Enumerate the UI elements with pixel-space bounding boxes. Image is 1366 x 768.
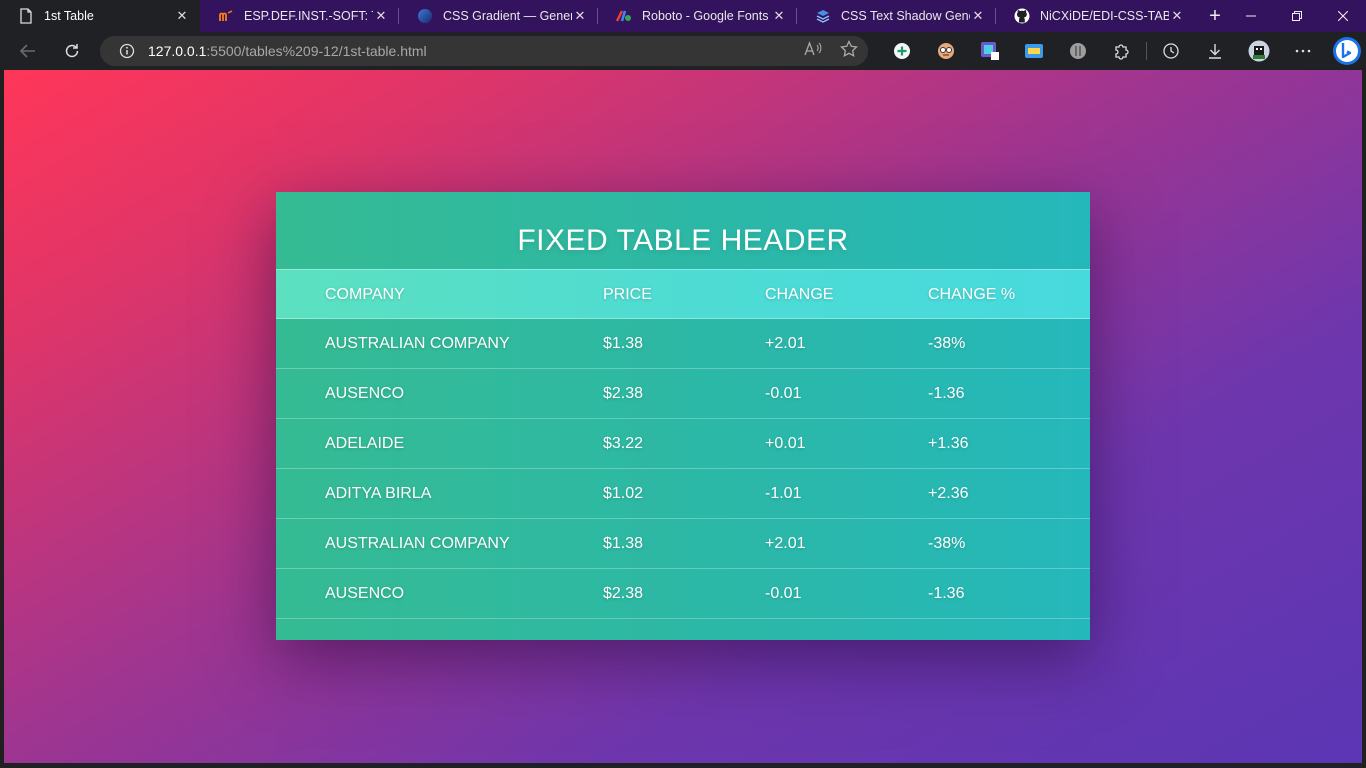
download-icon[interactable] bbox=[1193, 32, 1237, 70]
window-close-icon[interactable] bbox=[1320, 0, 1366, 32]
column-header-change-percent: CHANGE % bbox=[928, 286, 1016, 303]
table-row: ADITYA BIRLA $1.02 -1.01 +2.36 bbox=[276, 469, 1090, 519]
tab-esp-def-inst[interactable]: ESP.DEF.INST.-SOFT: TP ✕ bbox=[200, 0, 399, 32]
tab-css-text-shadow[interactable]: CSS Text Shadow Gener ✕ bbox=[797, 0, 996, 32]
change-cell: -0.01 bbox=[765, 585, 802, 602]
change-percent-cell: -1.36 bbox=[928, 585, 965, 602]
table-card: FIXED TABLE HEADER COMPANY PRICE CHANGE … bbox=[276, 192, 1090, 640]
page-viewport: FIXED TABLE HEADER COMPANY PRICE CHANGE … bbox=[4, 70, 1362, 763]
table-row: AUSTRALIAN COMPANY $1.38 +2.01 -38% bbox=[276, 319, 1090, 369]
change-cell: -1.01 bbox=[765, 485, 802, 502]
tab-title: Roboto - Google Fonts bbox=[642, 9, 769, 23]
stack-icon bbox=[815, 8, 831, 24]
tab-css-gradient[interactable]: CSS Gradient — Genera ✕ bbox=[399, 0, 598, 32]
change-cell: +2.01 bbox=[765, 335, 806, 352]
tab-title: NiCXiDE/EDI-CSS-TABLE bbox=[1040, 9, 1169, 23]
change-cell: +0.01 bbox=[765, 435, 806, 452]
company-cell: ADITYA BIRLA bbox=[325, 485, 432, 502]
add-circle-icon[interactable] bbox=[880, 32, 924, 70]
extensions-puzzle-icon[interactable] bbox=[1100, 32, 1144, 70]
change-cell: +2.01 bbox=[765, 535, 806, 552]
price-cell: $3.22 bbox=[603, 435, 644, 452]
page-title: FIXED TABLE HEADER bbox=[517, 224, 849, 257]
company-cell: ADELAIDE bbox=[325, 435, 405, 452]
close-icon[interactable]: ✕ bbox=[174, 8, 190, 24]
company-cell: AUSENCO bbox=[325, 585, 405, 602]
read-aloud-icon[interactable] bbox=[804, 41, 822, 61]
change-percent-cell: +2.36 bbox=[928, 485, 969, 502]
close-icon[interactable]: ✕ bbox=[572, 8, 588, 24]
tab-1st-table[interactable]: 1st Table ✕ bbox=[0, 0, 200, 32]
tab-github[interactable]: NiCXiDE/EDI-CSS-TABLE ✕ bbox=[996, 0, 1195, 32]
tab-strip: 1st Table ✕ ESP.DEF.INST.-SOFT: TP ✕ CSS… bbox=[0, 0, 1366, 32]
bing-copilot-icon[interactable] bbox=[1325, 32, 1366, 70]
close-icon[interactable]: ✕ bbox=[373, 8, 389, 24]
close-icon[interactable]: ✕ bbox=[1169, 8, 1185, 24]
browser-toolbar: 127.0.0.1:5500/tables%209-12/1st-table.h… bbox=[0, 32, 1366, 70]
url-path: :5500/tables%209-12/1st-table.html bbox=[206, 43, 427, 59]
column-header-change: CHANGE bbox=[765, 286, 834, 303]
back-arrow-icon[interactable] bbox=[7, 32, 49, 70]
table-row: AUSENCO $2.38 -0.01 -1.36 bbox=[276, 369, 1090, 419]
info-icon[interactable] bbox=[112, 43, 142, 59]
change-percent-cell: +1.36 bbox=[928, 435, 969, 452]
tab-title: CSS Gradient — Genera bbox=[443, 9, 572, 23]
close-icon[interactable]: ✕ bbox=[771, 8, 787, 24]
puzzle-board-icon[interactable] bbox=[968, 32, 1012, 70]
table-row: AUSTRALIAN COMPANY $1.38 +2.01 -38% bbox=[276, 519, 1090, 569]
table-row: AUSENCO $2.38 -0.01 -1.36 bbox=[276, 569, 1090, 619]
window-controls bbox=[1228, 0, 1366, 32]
change-percent-cell: -38% bbox=[928, 335, 966, 352]
github-icon bbox=[1014, 8, 1030, 24]
tab-roboto-google-fonts[interactable]: Roboto - Google Fonts ✕ bbox=[598, 0, 797, 32]
restore-icon[interactable] bbox=[1274, 0, 1320, 32]
url-text: 127.0.0.1:5500/tables%209-12/1st-table.h… bbox=[148, 43, 427, 59]
address-bar[interactable]: 127.0.0.1:5500/tables%209-12/1st-table.h… bbox=[100, 36, 868, 66]
tab-title: 1st Table bbox=[44, 9, 94, 23]
price-cell: $2.38 bbox=[603, 585, 644, 602]
minimize-icon[interactable] bbox=[1228, 0, 1274, 32]
glasses-face-icon[interactable] bbox=[924, 32, 968, 70]
more-options-icon[interactable] bbox=[1281, 32, 1325, 70]
profile-avatar-icon[interactable] bbox=[1237, 32, 1281, 70]
table-row: ADELAIDE $3.22 +0.01 +1.36 bbox=[276, 419, 1090, 469]
tab-title: ESP.DEF.INST.-SOFT: TP bbox=[244, 9, 373, 23]
moodle-icon bbox=[218, 8, 234, 24]
cssgradient-icon bbox=[417, 8, 433, 24]
price-cell: $1.38 bbox=[603, 535, 644, 552]
change-percent-cell: -38% bbox=[928, 535, 966, 552]
extensions-area bbox=[880, 32, 1366, 70]
favorite-star-icon[interactable] bbox=[840, 39, 858, 62]
company-cell: AUSTRALIAN COMPANY bbox=[325, 335, 510, 352]
change-cell: -0.01 bbox=[765, 385, 802, 402]
disc-icon[interactable] bbox=[1056, 32, 1100, 70]
history-icon[interactable] bbox=[1149, 32, 1193, 70]
google-fonts-icon bbox=[616, 8, 632, 24]
page-icon bbox=[18, 8, 34, 24]
table-header: COMPANY PRICE CHANGE CHANGE % bbox=[276, 269, 1090, 319]
column-header-company: COMPANY bbox=[325, 286, 405, 303]
change-percent-cell: -1.36 bbox=[928, 385, 965, 402]
url-host: 127.0.0.1 bbox=[148, 43, 207, 59]
price-cell: $2.38 bbox=[603, 385, 644, 402]
refresh-icon[interactable] bbox=[51, 32, 93, 70]
column-header-price: PRICE bbox=[603, 286, 652, 303]
ruler-extension-icon[interactable] bbox=[1012, 32, 1056, 70]
tab-title: CSS Text Shadow Gener bbox=[841, 9, 970, 23]
close-icon[interactable]: ✕ bbox=[970, 8, 986, 24]
company-cell: AUSENCO bbox=[325, 385, 405, 402]
price-cell: $1.38 bbox=[603, 335, 644, 352]
company-cell: AUSTRALIAN COMPANY bbox=[325, 535, 510, 552]
price-cell: $1.02 bbox=[603, 485, 644, 502]
